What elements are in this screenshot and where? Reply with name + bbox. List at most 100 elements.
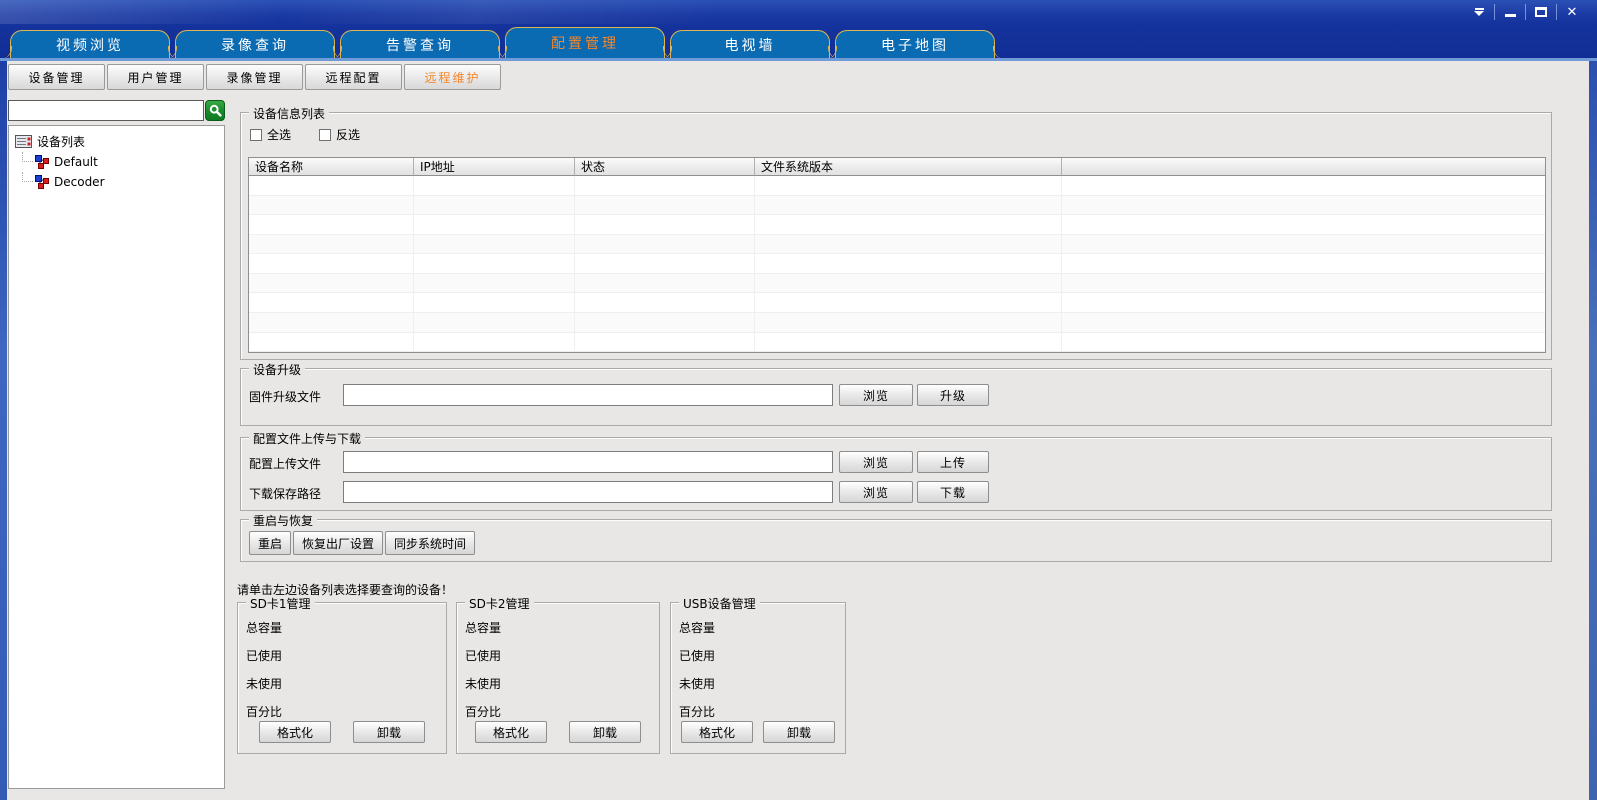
column-header-status[interactable]: 状态 <box>575 158 755 176</box>
groupbox-title: 重启与恢复 <box>249 512 317 529</box>
search-button[interactable] <box>205 100 225 121</box>
toolbar-user-management[interactable]: 用户管理 <box>107 64 204 90</box>
usb-format-button[interactable]: 格式化 <box>681 721 753 743</box>
table-row[interactable] <box>249 196 1545 216</box>
table-row[interactable] <box>249 293 1545 313</box>
usb-unmount-button[interactable]: 卸载 <box>763 721 835 743</box>
column-header-filesystem-version[interactable]: 文件系统版本 <box>755 158 1062 176</box>
total-capacity-label: 总容量 <box>238 619 446 636</box>
table-cell <box>1062 333 1545 352</box>
table-cell <box>575 293 755 312</box>
table-cell <box>575 176 755 195</box>
config-toolbar: 设备管理 用户管理 录像管理 远程配置 远程维护 <box>8 64 501 90</box>
close-icon: ✕ <box>1567 5 1578 20</box>
config-upload-browse-button[interactable]: 浏览 <box>839 451 913 473</box>
table-cell <box>1062 235 1545 254</box>
percentage-label: 百分比 <box>671 703 845 720</box>
device-table-header: 设备名称 IP地址 状态 文件系统版本 <box>249 158 1545 176</box>
restart-restore-groupbox: 重启与恢复 重启 恢复出厂设置 同步系统时间 <box>240 519 1552 562</box>
table-cell <box>575 333 755 352</box>
table-cell <box>755 293 1062 312</box>
usb-device-groupbox: USB设备管理 总容量 已使用 未使用 百分比 格式化 卸载 <box>670 602 846 754</box>
table-row[interactable] <box>249 274 1545 294</box>
firmware-upgrade-button[interactable]: 升级 <box>917 384 989 406</box>
window-menu-button[interactable] <box>1464 2 1494 22</box>
table-row[interactable] <box>249 235 1545 255</box>
table-cell <box>755 176 1062 195</box>
toolbar-remote-config[interactable]: 远程配置 <box>305 64 402 90</box>
table-row[interactable] <box>249 333 1545 353</box>
tab-config-management[interactable]: 配置管理 <box>505 27 665 58</box>
factory-reset-button[interactable]: 恢复出厂设置 <box>293 531 383 555</box>
total-capacity-label: 总容量 <box>457 619 659 636</box>
firmware-file-input[interactable] <box>343 384 833 406</box>
table-cell <box>1062 196 1545 215</box>
tab-label: 电视墙 <box>725 35 776 55</box>
table-row[interactable] <box>249 176 1545 196</box>
restart-button[interactable]: 重启 <box>249 531 291 555</box>
table-row[interactable] <box>249 313 1545 333</box>
toolbar-remote-maintenance[interactable]: 远程维护 <box>404 64 501 90</box>
restart-buttons-row: 重启 恢复出厂设置 同步系统时间 <box>249 531 475 555</box>
device-table: 设备名称 IP地址 状态 文件系统版本 <box>248 157 1546 353</box>
download-button[interactable]: 下载 <box>917 481 989 503</box>
main-tabbar: 视频浏览 录像查询 告警查询 配置管理 电视墙 电子地图 <box>0 24 1597 58</box>
tab-tv-wall[interactable]: 电视墙 <box>670 30 830 58</box>
table-row[interactable] <box>249 215 1545 235</box>
table-cell <box>1062 215 1545 234</box>
table-row[interactable] <box>249 254 1545 274</box>
tree-item-default-group[interactable]: Default <box>13 152 220 172</box>
tab-video-browse[interactable]: 视频浏览 <box>10 30 170 58</box>
table-cell <box>249 254 414 273</box>
search-icon <box>209 104 222 117</box>
percentage-label: 百分比 <box>457 703 659 720</box>
device-search-input[interactable] <box>8 100 204 121</box>
invert-select-checkbox[interactable] <box>319 129 331 141</box>
tab-label: 录像查询 <box>221 35 289 55</box>
config-upload-input[interactable] <box>343 451 833 473</box>
tab-label: 配置管理 <box>551 33 619 53</box>
sd2-format-button[interactable]: 格式化 <box>475 721 547 743</box>
device-search-row <box>8 100 225 121</box>
select-all-checkbox[interactable] <box>250 129 262 141</box>
tab-e-map[interactable]: 电子地图 <box>835 30 995 58</box>
maximize-button[interactable] <box>1526 2 1556 22</box>
table-cell <box>249 274 414 293</box>
column-header-device-name[interactable]: 设备名称 <box>249 158 414 176</box>
groupbox-title: SD卡1管理 <box>246 595 315 612</box>
window-left-border <box>0 61 7 800</box>
sync-system-time-button[interactable]: 同步系统时间 <box>385 531 475 555</box>
download-path-input[interactable] <box>343 481 833 503</box>
column-header-empty[interactable] <box>1062 158 1545 176</box>
minimize-button[interactable] <box>1495 2 1525 22</box>
unused-label: 未使用 <box>671 675 845 692</box>
sd1-format-button[interactable]: 格式化 <box>259 721 331 743</box>
tab-label: 视频浏览 <box>56 35 124 55</box>
sd2-unmount-button[interactable]: 卸载 <box>569 721 641 743</box>
table-cell <box>249 293 414 312</box>
tree-item-decoder-group[interactable]: Decoder <box>13 172 220 192</box>
table-cell <box>249 313 414 332</box>
tab-label: 告警查询 <box>386 35 454 55</box>
table-cell <box>1062 313 1545 332</box>
table-cell <box>414 176 575 195</box>
toolbar-device-management[interactable]: 设备管理 <box>8 64 105 90</box>
table-cell <box>249 176 414 195</box>
used-label: 已使用 <box>457 647 659 664</box>
sd1-unmount-button[interactable]: 卸载 <box>353 721 425 743</box>
table-cell <box>755 215 1062 234</box>
groupbox-title: SD卡2管理 <box>465 595 534 612</box>
sd1-buttons-row: 格式化 卸载 <box>238 721 446 743</box>
table-cell <box>1062 293 1545 312</box>
firmware-browse-button[interactable]: 浏览 <box>839 384 913 406</box>
tab-recording-query[interactable]: 录像查询 <box>175 30 335 58</box>
close-button[interactable]: ✕ <box>1557 2 1587 22</box>
toolbar-recording-management[interactable]: 录像管理 <box>206 64 303 90</box>
config-upload-button[interactable]: 上传 <box>917 451 989 473</box>
download-browse-button[interactable]: 浏览 <box>839 481 913 503</box>
tree-item-device-list[interactable]: 设备列表 <box>13 131 220 152</box>
column-header-ip-address[interactable]: IP地址 <box>414 158 575 176</box>
tab-alarm-query[interactable]: 告警查询 <box>340 30 500 58</box>
download-path-label: 下载保存路径 <box>249 485 321 502</box>
table-cell <box>755 333 1062 352</box>
